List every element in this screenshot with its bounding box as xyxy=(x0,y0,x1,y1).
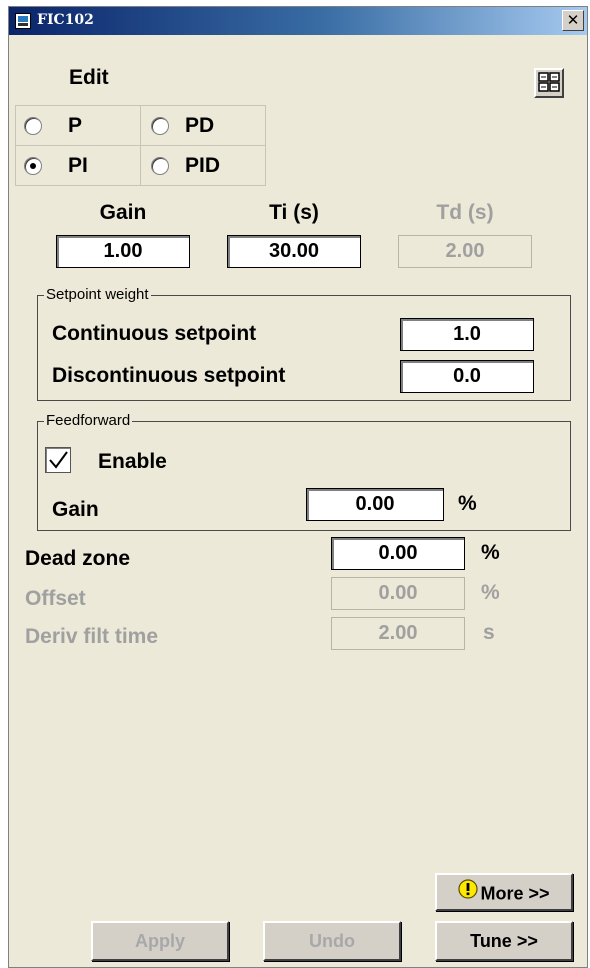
faceplate-icon xyxy=(15,13,31,29)
enable-label: Enable xyxy=(98,450,167,473)
apply-button-label: Apply xyxy=(134,931,185,951)
warning-icon xyxy=(458,876,479,910)
deriv-filt-time-label: Deriv filt time xyxy=(25,625,159,648)
ti-label: Ti (s) xyxy=(269,201,319,224)
offset-unit: % xyxy=(481,581,500,604)
apply-button[interactable]: Apply xyxy=(91,921,229,961)
undo-button-label: Undo xyxy=(309,931,355,951)
undo-button[interactable]: Undo xyxy=(263,921,401,961)
offset-label: Offset xyxy=(25,587,86,610)
tune-button[interactable]: Tune >> xyxy=(435,921,573,961)
grid-view-button[interactable] xyxy=(534,68,564,98)
discontinuous-setpoint-label: Discontinuous setpoint xyxy=(52,364,286,387)
feedforward-gain-label: Gain xyxy=(52,498,99,521)
close-icon: ✕ xyxy=(566,11,580,29)
feedforward-title: Feedforward xyxy=(44,412,133,429)
radio-pi[interactable] xyxy=(24,157,42,175)
grid-view-icon xyxy=(538,72,560,92)
mode-option-pd[interactable]: PD xyxy=(140,105,266,146)
tune-button-label: Tune >> xyxy=(470,931,538,951)
gain-label: Gain xyxy=(99,201,147,224)
feedforward-group: Feedforward Enable Gain 0.00 % xyxy=(37,412,571,531)
more-button[interactable]: More >> xyxy=(435,873,573,911)
edit-label: Edit xyxy=(69,66,109,89)
radio-dot xyxy=(30,163,36,169)
discontinuous-setpoint-input[interactable]: 0.0 xyxy=(400,360,534,393)
enable-checkbox[interactable] xyxy=(45,447,71,473)
title-bar[interactable]: FIC102 ✕ xyxy=(9,7,587,35)
dead-zone-unit: % xyxy=(481,541,500,564)
deriv-filt-time-input: 2.00 xyxy=(331,617,465,650)
offset-input: 0.00 xyxy=(331,577,465,610)
td-label: Td (s) xyxy=(436,201,494,224)
deriv-filt-time-unit: s xyxy=(483,621,495,644)
mode-option-p[interactable]: P xyxy=(15,105,141,146)
ti-input[interactable]: 30.00 xyxy=(227,235,361,268)
radio-pd[interactable] xyxy=(151,117,169,135)
continuous-setpoint-input[interactable]: 1.0 xyxy=(400,318,534,351)
radio-pid[interactable] xyxy=(151,157,169,175)
more-button-label: More >> xyxy=(480,883,550,904)
dead-zone-label: Dead zone xyxy=(25,547,131,570)
radio-p[interactable] xyxy=(24,117,42,135)
setpoint-weight-group: Setpoint weight Continuous setpoint 1.0 … xyxy=(37,286,571,401)
mode-option-pid[interactable]: PID xyxy=(140,145,266,186)
feedforward-gain-unit: % xyxy=(458,492,477,515)
checkmark-icon xyxy=(49,451,68,469)
mode-label-pid: PID xyxy=(185,154,221,177)
mode-label-pd: PD xyxy=(185,114,215,137)
gain-input[interactable]: 1.00 xyxy=(56,235,190,268)
td-input: 2.00 xyxy=(398,235,532,268)
feedforward-gain-input[interactable]: 0.00 xyxy=(306,488,444,521)
setpoint-weight-title: Setpoint weight xyxy=(44,286,151,303)
continuous-setpoint-label: Continuous setpoint xyxy=(52,322,257,345)
window-title: FIC102 xyxy=(37,12,94,28)
pid-faceplate-window: FIC102 ✕ Edit P PD PI PID Gain Ti (s) Td… xyxy=(8,6,588,968)
mode-label-p: P xyxy=(68,114,83,137)
mode-option-pi[interactable]: PI xyxy=(15,145,141,186)
mode-label-pi: PI xyxy=(68,154,88,177)
dead-zone-input[interactable]: 0.00 xyxy=(331,537,465,570)
close-button[interactable]: ✕ xyxy=(562,10,584,31)
